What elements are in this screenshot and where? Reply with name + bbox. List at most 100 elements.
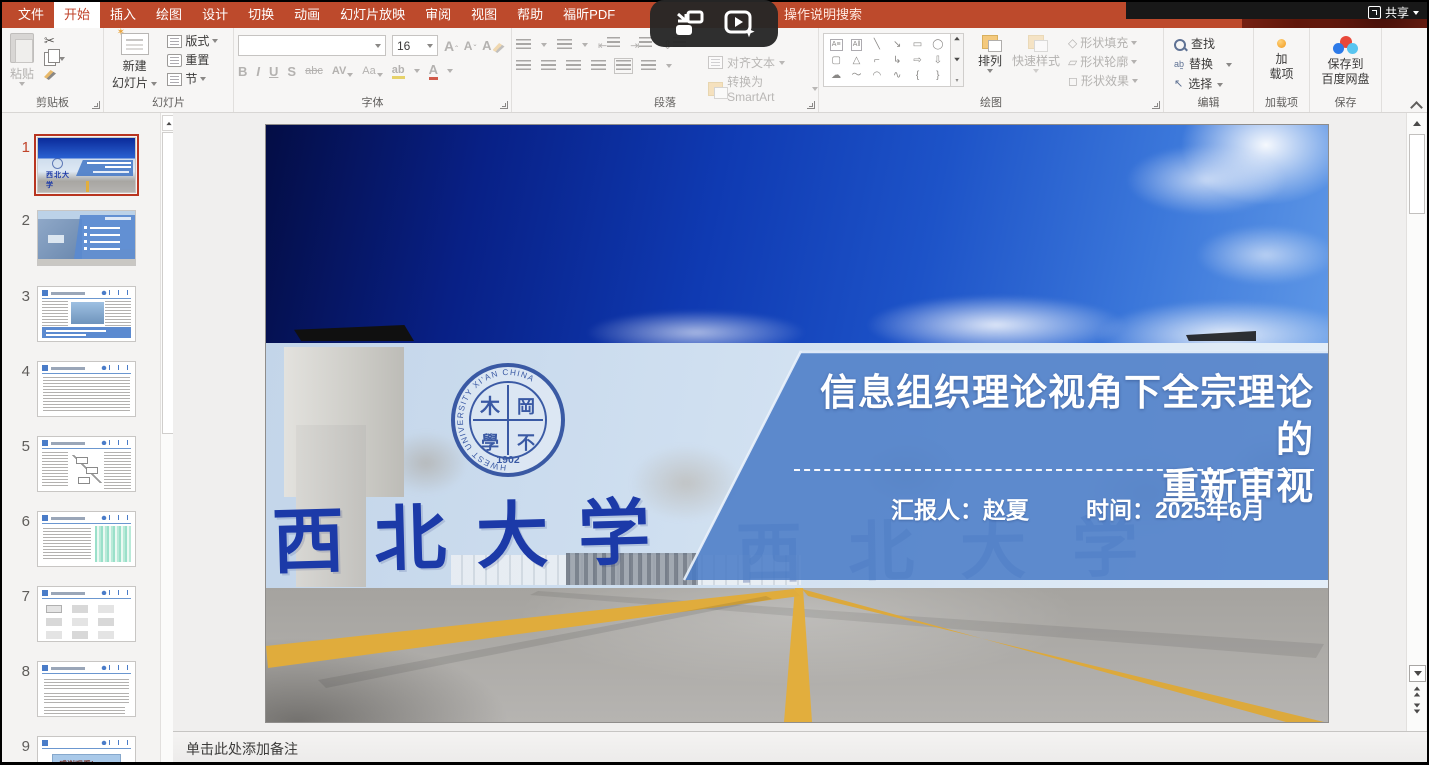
shape-effects-button[interactable]: ◻形状效果 xyxy=(1068,74,1138,88)
rounded-rectangle-icon[interactable]: ▢ xyxy=(831,56,840,66)
scribble-icon[interactable]: 〜 xyxy=(851,71,861,81)
line-icon[interactable]: ╲ xyxy=(874,40,880,50)
cloud-shape-icon[interactable]: ☁ xyxy=(831,71,841,81)
addins-button[interactable]: 加载项 xyxy=(1269,52,1293,82)
tell-me-search[interactable]: 操作说明搜索 xyxy=(784,2,862,28)
play-sparkle-icon[interactable] xyxy=(724,10,756,38)
drawing-dialog-launcher[interactable] xyxy=(1152,101,1160,109)
font-size-combo[interactable]: 16 xyxy=(392,35,438,56)
scroll-down-button[interactable] xyxy=(1409,665,1426,682)
font-dialog-launcher[interactable] xyxy=(500,101,508,109)
slide-title[interactable]: 信息组织理论视角下全宗理论的 重新审视 xyxy=(786,369,1314,510)
align-left-button[interactable] xyxy=(516,60,531,72)
textbox-icon[interactable]: A≡ xyxy=(830,39,843,51)
character-spacing-button[interactable]: AV xyxy=(332,65,353,77)
shapes-gallery-scroll[interactable]: ▾ xyxy=(951,33,964,87)
slide-thumbnail-9[interactable]: 感谢观看! xyxy=(37,736,136,762)
rectangle-icon[interactable]: ▭ xyxy=(913,40,922,50)
down-arrow-icon[interactable]: ⇩ xyxy=(934,56,942,66)
share-button[interactable]: 共享 xyxy=(1368,5,1419,20)
replace-button[interactable]: ab̰替换 xyxy=(1174,55,1232,74)
tab-foxit-pdf[interactable]: 福昕PDF xyxy=(553,2,625,28)
slide-thumbnail-6[interactable] xyxy=(37,511,136,567)
tab-draw[interactable]: 绘图 xyxy=(146,2,192,28)
tab-design[interactable]: 设计 xyxy=(192,2,238,28)
notes-placeholder[interactable]: 单击此处添加备注 xyxy=(186,739,298,759)
collapse-ribbon-button[interactable] xyxy=(1411,99,1420,108)
editor-scrollbar[interactable] xyxy=(1406,113,1426,731)
arrow-line-icon[interactable]: ↘ xyxy=(893,40,901,50)
shape-outline-button[interactable]: ▱形状轮廓 xyxy=(1068,55,1138,69)
numbering-button[interactable] xyxy=(557,39,572,51)
align-center-button[interactable] xyxy=(541,60,556,72)
left-brace-icon[interactable]: { xyxy=(916,71,919,81)
scroll-up-button[interactable] xyxy=(1409,116,1424,131)
cut-button[interactable]: ✂ xyxy=(44,34,65,48)
previous-slide-button[interactable] xyxy=(1409,684,1424,699)
justify-button[interactable] xyxy=(591,60,606,72)
triangle-icon[interactable]: △ xyxy=(853,56,861,66)
slide-thumbnail-8[interactable] xyxy=(37,661,136,717)
slide-thumbnail-5[interactable] xyxy=(37,436,136,492)
tab-review[interactable]: 审阅 xyxy=(415,2,461,28)
slide-thumbnail-2[interactable] xyxy=(37,210,136,266)
increase-indent-button[interactable]: ⇥ xyxy=(630,37,652,52)
find-button[interactable]: 查找 xyxy=(1174,35,1215,54)
strikethrough-button[interactable]: abc xyxy=(305,65,323,77)
tab-help[interactable]: 帮助 xyxy=(507,2,553,28)
align-text-button[interactable]: 对齐文本 xyxy=(708,54,785,71)
layout-button[interactable]: 版式 xyxy=(167,34,218,48)
tab-file[interactable]: 文件 xyxy=(8,2,54,28)
copy-button[interactable] xyxy=(44,52,65,66)
slide-thumbnail-3[interactable] xyxy=(37,286,136,342)
slide-thumbnail-7[interactable] xyxy=(37,586,136,642)
slide-thumbnail-4[interactable] xyxy=(37,361,136,417)
next-slide-button[interactable] xyxy=(1409,701,1424,716)
right-brace-icon[interactable]: } xyxy=(936,71,939,81)
quick-styles-button[interactable]: 快速样式 xyxy=(1008,33,1064,75)
notes-pane[interactable]: 单击此处添加备注 xyxy=(173,731,1427,762)
grow-font-button[interactable]: Aˆ xyxy=(444,38,458,54)
format-painter-button[interactable] xyxy=(44,70,65,80)
tab-animations[interactable]: 动画 xyxy=(284,2,330,28)
slide-canvas[interactable]: NORTHWEST UNIVERSITY XI'AN CHINA 木 岡 學 不… xyxy=(266,125,1328,722)
presenter-text[interactable]: 汇报人：赵夏 xyxy=(891,491,1029,525)
underline-button[interactable]: U xyxy=(269,64,278,79)
arc-icon[interactable]: ◠ xyxy=(872,71,881,81)
new-slide-button[interactable]: 新建 幻灯片 xyxy=(108,31,161,93)
slide-thumbnail-1[interactable]: 西北大学 xyxy=(37,137,136,193)
clipboard-dialog-launcher[interactable] xyxy=(92,101,100,109)
shapes-gallery[interactable]: A≡ A‖ ╲ ↘ ▭ ◯ ▢ △ ⌐ ↳ ⇨ ⇩ ☁ xyxy=(823,33,964,87)
shrink-font-button[interactable]: Aˇ xyxy=(464,39,476,53)
thumbnails-scrollbar[interactable] xyxy=(160,113,174,762)
align-right-button[interactable] xyxy=(566,60,581,72)
bullets-button[interactable] xyxy=(516,39,531,51)
section-button[interactable]: 节 xyxy=(167,72,218,86)
highlight-button[interactable]: ab xyxy=(392,64,405,79)
shape-fill-button[interactable]: ◇形状填充 xyxy=(1068,36,1138,50)
elbow-arrow-icon[interactable]: ↳ xyxy=(893,56,901,66)
university-name-calligraphy[interactable]: 西北大学 xyxy=(271,471,744,588)
curve-icon[interactable]: ∿ xyxy=(893,71,901,81)
decrease-indent-button[interactable]: ⇤ xyxy=(598,37,620,52)
distribute-button[interactable] xyxy=(616,60,631,72)
bold-button[interactable]: B xyxy=(238,64,247,79)
date-text[interactable]: 时间：2025年6月 xyxy=(1086,491,1265,525)
vertical-textbox-icon[interactable]: A‖ xyxy=(851,39,863,51)
paste-button[interactable]: 粘贴 xyxy=(6,31,38,88)
right-arrow-icon[interactable]: ⇨ xyxy=(913,56,921,66)
reset-button[interactable]: 重置 xyxy=(167,53,218,67)
text-shadow-button[interactable]: S xyxy=(287,64,296,79)
change-case-button[interactable]: Aa xyxy=(362,65,382,77)
scroll-thumb[interactable] xyxy=(1409,134,1425,214)
save-to-baidu-button[interactable]: 保存到百度网盘 xyxy=(1321,57,1369,87)
tab-view[interactable]: 视图 xyxy=(461,2,507,28)
oval-icon[interactable]: ◯ xyxy=(932,40,943,50)
columns-button[interactable] xyxy=(641,60,656,72)
font-color-button[interactable]: A xyxy=(429,62,438,80)
enter-pip-icon[interactable] xyxy=(672,10,706,38)
arrange-button[interactable]: 排列 xyxy=(974,33,1006,75)
select-button[interactable]: ↖选择 xyxy=(1174,75,1223,94)
tab-slideshow[interactable]: 幻灯片放映 xyxy=(330,2,415,28)
paragraph-dialog-launcher[interactable] xyxy=(807,101,815,109)
